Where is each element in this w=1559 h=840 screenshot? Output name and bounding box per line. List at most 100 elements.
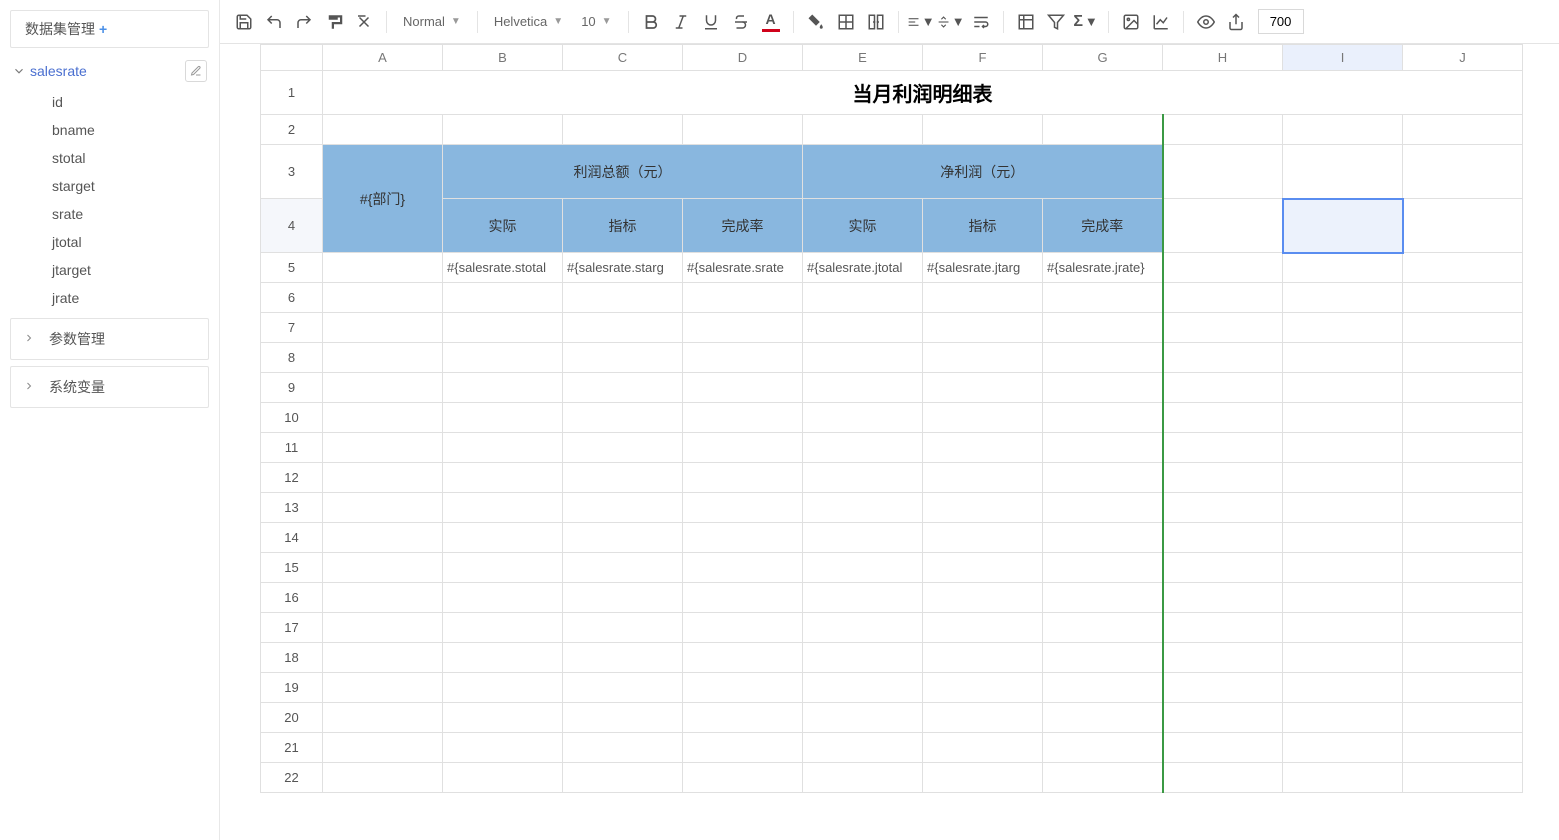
cell[interactable]	[1043, 673, 1163, 703]
cell[interactable]	[803, 373, 923, 403]
col-header[interactable]: C	[563, 45, 683, 71]
cell[interactable]	[683, 463, 803, 493]
tree-field-item[interactable]: jtarget	[40, 256, 209, 284]
cell[interactable]	[323, 313, 443, 343]
cell[interactable]	[563, 763, 683, 793]
col-header[interactable]: A	[323, 45, 443, 71]
cell[interactable]	[563, 553, 683, 583]
cell[interactable]	[683, 643, 803, 673]
cell[interactable]	[1283, 343, 1403, 373]
cell[interactable]	[1043, 403, 1163, 433]
cell[interactable]	[443, 313, 563, 343]
cell[interactable]	[563, 433, 683, 463]
cell[interactable]	[1403, 583, 1523, 613]
cell[interactable]	[1403, 115, 1523, 145]
cell[interactable]	[803, 313, 923, 343]
cell[interactable]	[1163, 463, 1283, 493]
cell[interactable]	[1043, 613, 1163, 643]
cell[interactable]	[1283, 643, 1403, 673]
row-header[interactable]: 14	[261, 523, 323, 553]
cell[interactable]	[1403, 253, 1523, 283]
header-dept[interactable]: #{部门}	[323, 145, 443, 253]
cell[interactable]	[323, 283, 443, 313]
cell[interactable]	[923, 343, 1043, 373]
cell[interactable]	[923, 523, 1043, 553]
row-header[interactable]: 16	[261, 583, 323, 613]
cell[interactable]	[1163, 553, 1283, 583]
tree-field-item[interactable]: bname	[40, 116, 209, 144]
clear-format-button[interactable]	[350, 7, 378, 37]
subheader[interactable]: 指标	[563, 199, 683, 253]
cell[interactable]	[1283, 493, 1403, 523]
cell[interactable]	[443, 343, 563, 373]
cell[interactable]	[1043, 643, 1163, 673]
cell[interactable]	[1403, 763, 1523, 793]
tree-field-item[interactable]: stotal	[40, 144, 209, 172]
tree-field-item[interactable]: srate	[40, 200, 209, 228]
cell[interactable]	[1283, 433, 1403, 463]
cell[interactable]	[923, 673, 1043, 703]
align-v-button[interactable]: ▼	[937, 7, 965, 37]
cell[interactable]	[683, 403, 803, 433]
cell[interactable]	[683, 763, 803, 793]
cell[interactable]	[803, 493, 923, 523]
row-header[interactable]: 11	[261, 433, 323, 463]
cell[interactable]	[1163, 493, 1283, 523]
fill-color-button[interactable]	[802, 7, 830, 37]
cell[interactable]	[923, 553, 1043, 583]
cell[interactable]	[323, 373, 443, 403]
cell[interactable]	[683, 115, 803, 145]
align-h-button[interactable]: ▼	[907, 7, 935, 37]
strikethrough-button[interactable]	[727, 7, 755, 37]
cell[interactable]	[1163, 343, 1283, 373]
cell[interactable]	[563, 343, 683, 373]
cell[interactable]	[1403, 613, 1523, 643]
cell[interactable]	[1403, 403, 1523, 433]
cell[interactable]	[803, 763, 923, 793]
export-button[interactable]	[1222, 7, 1250, 37]
cell[interactable]	[1043, 343, 1163, 373]
image-button[interactable]	[1117, 7, 1145, 37]
cell[interactable]	[323, 433, 443, 463]
cell[interactable]	[1403, 553, 1523, 583]
cell[interactable]	[923, 763, 1043, 793]
col-header[interactable]: H	[1163, 45, 1283, 71]
param-management[interactable]: 参数管理	[10, 318, 209, 360]
cell[interactable]	[683, 613, 803, 643]
row-header[interactable]: 6	[261, 283, 323, 313]
cell[interactable]	[683, 673, 803, 703]
cell[interactable]	[1403, 463, 1523, 493]
cell[interactable]	[323, 403, 443, 433]
cell[interactable]	[323, 673, 443, 703]
cell[interactable]	[1163, 613, 1283, 643]
corner-cell[interactable]	[261, 45, 323, 71]
row-header[interactable]: 15	[261, 553, 323, 583]
cell[interactable]	[323, 115, 443, 145]
cell[interactable]	[1283, 199, 1403, 253]
cell[interactable]	[923, 493, 1043, 523]
cell[interactable]	[323, 643, 443, 673]
row-header[interactable]: 10	[261, 403, 323, 433]
cell[interactable]	[923, 283, 1043, 313]
cell[interactable]	[443, 523, 563, 553]
cell[interactable]	[1163, 403, 1283, 433]
cell[interactable]	[803, 283, 923, 313]
cell[interactable]	[443, 283, 563, 313]
format-select[interactable]: Normal▼	[395, 14, 469, 29]
cell[interactable]	[443, 613, 563, 643]
cell[interactable]	[443, 463, 563, 493]
edit-dataset-icon[interactable]	[185, 60, 207, 82]
tree-field-item[interactable]: jtotal	[40, 228, 209, 256]
tree-root-salesrate[interactable]: salesrate	[10, 56, 209, 86]
redo-button[interactable]	[290, 7, 318, 37]
cell[interactable]	[683, 433, 803, 463]
cell[interactable]	[323, 613, 443, 643]
subheader[interactable]: 完成率	[683, 199, 803, 253]
cell[interactable]	[803, 553, 923, 583]
add-dataset-icon[interactable]: +	[99, 21, 107, 37]
chart-button[interactable]	[1147, 7, 1175, 37]
system-variables[interactable]: 系统变量	[10, 366, 209, 408]
cell[interactable]	[323, 493, 443, 523]
row-header[interactable]: 2	[261, 115, 323, 145]
cell[interactable]	[563, 523, 683, 553]
